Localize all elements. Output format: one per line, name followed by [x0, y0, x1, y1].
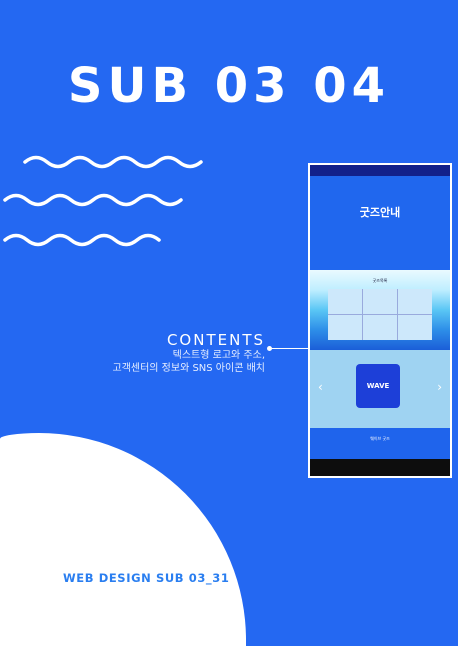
mockup-info: 웨이브 굿즈: [310, 428, 450, 459]
mockup-list-title: 굿즈목록: [372, 278, 388, 283]
website-mockup: 굿즈안내 굿즈목록 ‹ WAVE › 웨이브 굿즈: [308, 163, 452, 478]
goods-tile: [363, 289, 397, 314]
connector-dot: [267, 346, 272, 351]
mockup-goods-grid: [328, 289, 432, 340]
goods-tile: [398, 315, 432, 340]
contents-heading: CONTENTS: [166, 331, 265, 349]
footer-label: WEB DESIGN SUB 03_31: [63, 571, 230, 585]
white-circle-decoration: [0, 433, 246, 646]
mockup-nav: [310, 165, 450, 176]
wave-decoration: [3, 155, 203, 247]
chevron-right-icon: ›: [437, 380, 442, 394]
mockup-footer: [310, 459, 450, 476]
goods-tile: [363, 315, 397, 340]
mockup-hero: 굿즈안내: [310, 176, 450, 270]
goods-tile: [328, 315, 362, 340]
contents-desc-1: 텍스트형 로고와 주소,: [172, 350, 265, 361]
chevron-left-icon: ‹: [318, 380, 323, 394]
page-title: SUB 03 04: [67, 58, 391, 114]
goods-tile: [398, 289, 432, 314]
connector-line: [269, 348, 310, 349]
contents-block: CONTENTS 텍스트형 로고와 주소, 고객센터의 정보와 SNS 아이콘 …: [113, 332, 266, 375]
mockup-slider: ‹ WAVE ›: [310, 350, 450, 428]
mockup-mug: WAVE: [356, 364, 400, 408]
goods-tile: [328, 289, 362, 314]
mockup-hero-title: 굿즈안내: [359, 206, 401, 219]
mockup-goods-list: 굿즈목록: [310, 270, 450, 350]
contents-desc-2: 고객센터의 정보와 SNS 아이콘 배치: [112, 363, 266, 374]
